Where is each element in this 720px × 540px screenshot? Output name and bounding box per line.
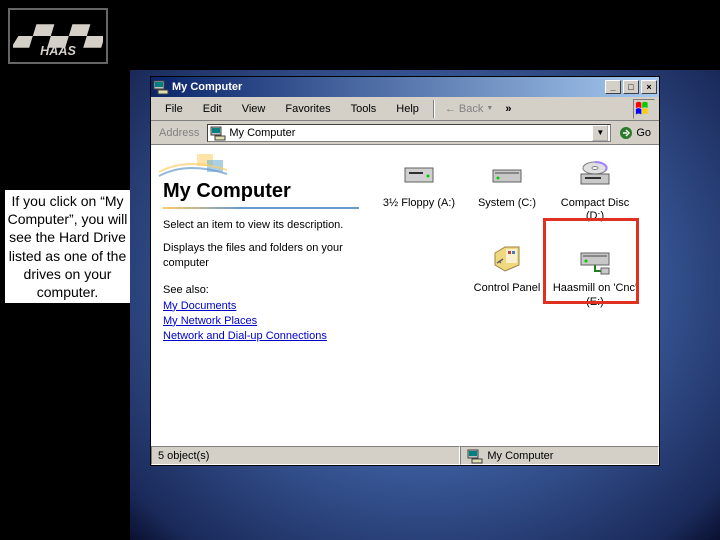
address-dropdown-icon[interactable]: ▼	[592, 125, 608, 141]
network-drive-icon	[579, 243, 611, 275]
drive-label: Compact Disc (D:)	[551, 197, 639, 223]
link-my-network-places[interactable]: My Network Places	[163, 315, 359, 327]
see-also-label: See also:	[163, 284, 359, 296]
drive-label: System (C:)	[463, 197, 551, 210]
menu-file[interactable]: File	[155, 101, 193, 117]
address-field[interactable]: My Computer ▼	[207, 124, 611, 142]
hard-drive-icon	[491, 158, 523, 190]
windows-flag-icon	[633, 99, 655, 119]
content-area: My Computer Select an item to view its d…	[151, 145, 659, 445]
menu-help[interactable]: Help	[386, 101, 429, 117]
drive-floppy-a[interactable]: 3½ Floppy (A:)	[375, 158, 463, 223]
drive-label: 3½ Floppy (A:)	[375, 197, 463, 210]
menu-favorites[interactable]: Favorites	[275, 101, 340, 117]
drive-cd-d[interactable]: Compact Disc (D:)	[551, 158, 639, 223]
close-button[interactable]: ×	[641, 80, 657, 94]
go-arrow-icon	[619, 126, 633, 140]
dropdown-arrow-icon: ▼	[486, 105, 493, 112]
floppy-drive-icon	[403, 158, 435, 190]
drive-haasmill-e[interactable]: Haasmill on 'Cnc' (E:)	[551, 243, 639, 308]
status-bar: 5 object(s) My Computer	[151, 445, 659, 465]
back-arrow-icon: ←	[445, 103, 456, 115]
address-bar: Address My Computer ▼ Go	[151, 121, 659, 145]
menu-edit[interactable]: Edit	[193, 101, 232, 117]
status-object-count: 5 object(s)	[151, 446, 460, 465]
menu-bar: File Edit View Favorites Tools Help ← Ba…	[151, 97, 659, 121]
menu-tools[interactable]: Tools	[341, 101, 387, 117]
toolbar-separator	[433, 100, 435, 118]
window-title: My Computer	[172, 81, 242, 93]
status-location: My Computer	[460, 446, 659, 465]
pane-subtext: Displays the files and folders on your c…	[163, 241, 359, 272]
control-panel-item[interactable]: Control Panel	[463, 243, 551, 308]
my-computer-icon	[467, 448, 483, 464]
haas-logo: HAAS	[8, 8, 108, 64]
pane-description: Select an item to view its description.	[163, 219, 359, 231]
info-pane: My Computer Select an item to view its d…	[151, 146, 371, 445]
svg-text:HAAS: HAAS	[40, 44, 76, 58]
drive-label: Control Panel	[463, 282, 551, 295]
menu-view[interactable]: View	[232, 101, 276, 117]
drive-system-c[interactable]: System (C:)	[463, 158, 551, 223]
heading-rule	[163, 207, 359, 209]
toolbar-overflow[interactable]: »	[499, 101, 517, 117]
maximize-button[interactable]: □	[623, 80, 639, 94]
control-panel-icon	[491, 243, 523, 275]
go-button[interactable]: Go	[615, 126, 655, 140]
my-computer-window: My Computer _ □ × File Edit View Favorit…	[150, 76, 660, 466]
cd-drive-icon	[579, 158, 611, 190]
back-button: ← Back ▼	[439, 101, 499, 117]
pane-heading: My Computer	[163, 180, 359, 203]
titlebar[interactable]: My Computer _ □ ×	[151, 77, 659, 97]
minimize-button[interactable]: _	[605, 80, 621, 94]
my-computer-icon	[153, 79, 169, 95]
instruction-caption: If you click on “My Computer”, you will …	[5, 190, 130, 303]
my-computer-icon	[210, 125, 226, 141]
address-label: Address	[155, 127, 203, 139]
link-network-dialup[interactable]: Network and Dial-up Connections	[163, 330, 359, 342]
drive-label: Haasmill on 'Cnc' (E:)	[551, 282, 639, 308]
drive-list[interactable]: 3½ Floppy (A:) System (C:) Compa	[371, 146, 659, 445]
decorative-swoosh-icon	[157, 152, 237, 182]
address-value: My Computer	[229, 127, 295, 139]
link-my-documents[interactable]: My Documents	[163, 300, 359, 312]
